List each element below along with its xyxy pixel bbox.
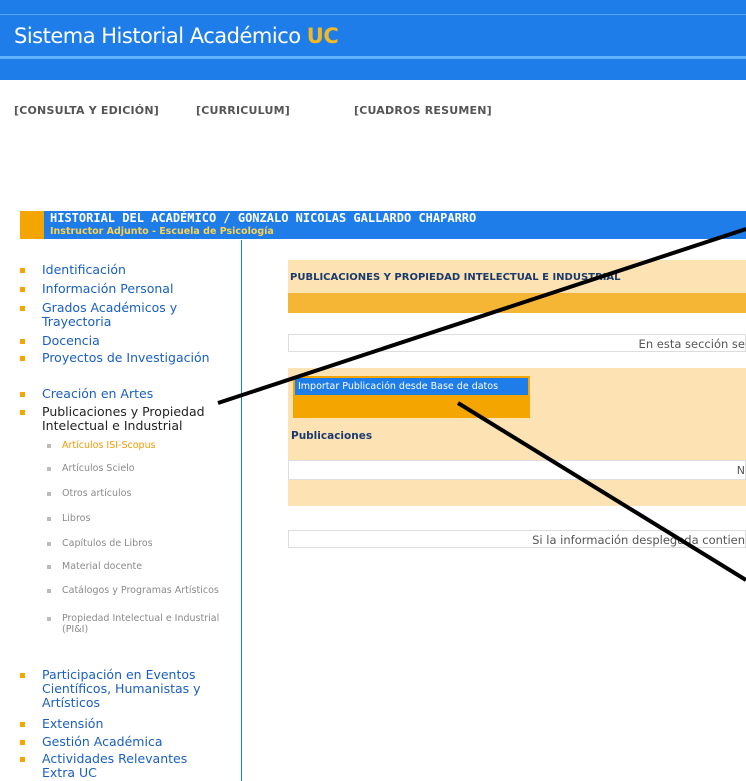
header-mark [20, 211, 44, 239]
subitem-label: Capítulos de Libros [62, 538, 153, 549]
import-button-label: Importar Publicación desde Base de datos [295, 378, 528, 395]
main-content: PUBLICACIONES Y PROPIEDAD INTELECTUAL E … [243, 240, 746, 781]
bullet-icon [20, 287, 25, 292]
sub-bullet-icon [47, 492, 51, 496]
bullet-icon [20, 268, 25, 273]
subitem-label: Material docente [62, 561, 143, 572]
app-title-main: Sistema Historial Académico [14, 24, 301, 48]
bullet-icon [20, 740, 25, 745]
section-info-row: En esta sección se [288, 334, 746, 352]
sidebar-item-label: Identificación [42, 262, 126, 277]
sub-bullet-icon [47, 589, 51, 593]
section-title: PUBLICACIONES Y PROPIEDAD INTELECTUAL E … [290, 272, 621, 283]
academic-role: Instructor Adjunto - Escuela de Psicolog… [50, 226, 274, 237]
banner-stripe [0, 14, 746, 15]
nav-consulta-edicion[interactable]: [CONSULTA Y EDICIÓN] [14, 104, 159, 117]
academic-header: HISTORIAL DEL ACADÉMICO / GONZALO NICOLA… [20, 211, 746, 239]
sub-bullet-icon [47, 517, 51, 521]
bullet-icon [20, 673, 25, 678]
sidebar-item-label: Participación en Eventos Científicos, Hu… [42, 667, 201, 710]
section-info-text: En esta sección se [638, 337, 745, 351]
subitem-label: Propiedad Intelectual e Industrial (PI&I… [62, 613, 220, 635]
sidebar-item-label: Creación en Artes [42, 386, 154, 401]
bullet-icon [20, 356, 25, 361]
app-title-uc: UC [306, 24, 339, 48]
sidebar: Identificación Información Personal Grad… [20, 240, 242, 781]
bullet-icon [20, 757, 25, 762]
publications-list-row: N [288, 460, 746, 480]
sidebar-item-label: Publicaciones y Propiedad Intelectual e … [42, 404, 205, 433]
subitem-label: Artículos Scielo [62, 463, 135, 474]
academic-name: HISTORIAL DEL ACADÉMICO / GONZALO NICOLA… [50, 211, 477, 225]
sidebar-item-label: Actividades Relevantes Extra UC [42, 751, 188, 780]
section-orange-bar [288, 293, 746, 313]
sidebar-item-label: Proyectos de Investigación [42, 350, 210, 365]
section-title-bar: PUBLICACIONES Y PROPIEDAD INTELECTUAL E … [288, 260, 746, 293]
sub-bullet-icon [47, 617, 51, 621]
subitem-label: Artículos ISI-Scopus [62, 440, 156, 451]
footer-info-row: Si la información desplegada contien [288, 530, 746, 548]
bullet-icon [20, 306, 25, 311]
nav-curriculum[interactable]: [CURRICULUM] [196, 104, 290, 117]
sidebar-item-label: Gestión Académica [42, 734, 163, 749]
sidebar-item-label: Información Personal [42, 281, 174, 296]
sidebar-item-label: Grados Académicos y Trayectoria [42, 300, 178, 329]
bullet-icon [20, 722, 25, 727]
sidebar-item-label: Extensión [42, 716, 104, 731]
sub-bullet-icon [47, 444, 51, 448]
bullet-icon [20, 339, 25, 344]
top-banner: Sistema Historial Académico UC [0, 0, 746, 80]
bullet-icon [20, 392, 25, 397]
footer-info-text: Si la información desplegada contien [532, 533, 745, 547]
nav-cuadros-resumen[interactable]: [CUADROS RESUMEN] [354, 104, 492, 117]
import-publication-button[interactable]: Importar Publicación desde Base de datos [293, 376, 530, 418]
banner-stripe-lower [0, 56, 746, 59]
subitem-label: Otros artículos [62, 488, 132, 499]
publications-label: Publicaciones [291, 430, 373, 442]
publications-lower-bar [288, 480, 746, 506]
subitem-label: Libros [62, 513, 91, 524]
sub-bullet-icon [47, 542, 51, 546]
sub-bullet-icon [47, 565, 51, 569]
subitem-label: Catálogos y Programas Artísticos [62, 585, 219, 596]
bullet-icon [20, 410, 25, 415]
sub-bullet-icon [47, 467, 51, 471]
publications-list-text: N [736, 464, 745, 477]
sidebar-item-label: Docencia [42, 333, 100, 348]
app-title: Sistema Historial Académico UC [14, 24, 339, 48]
